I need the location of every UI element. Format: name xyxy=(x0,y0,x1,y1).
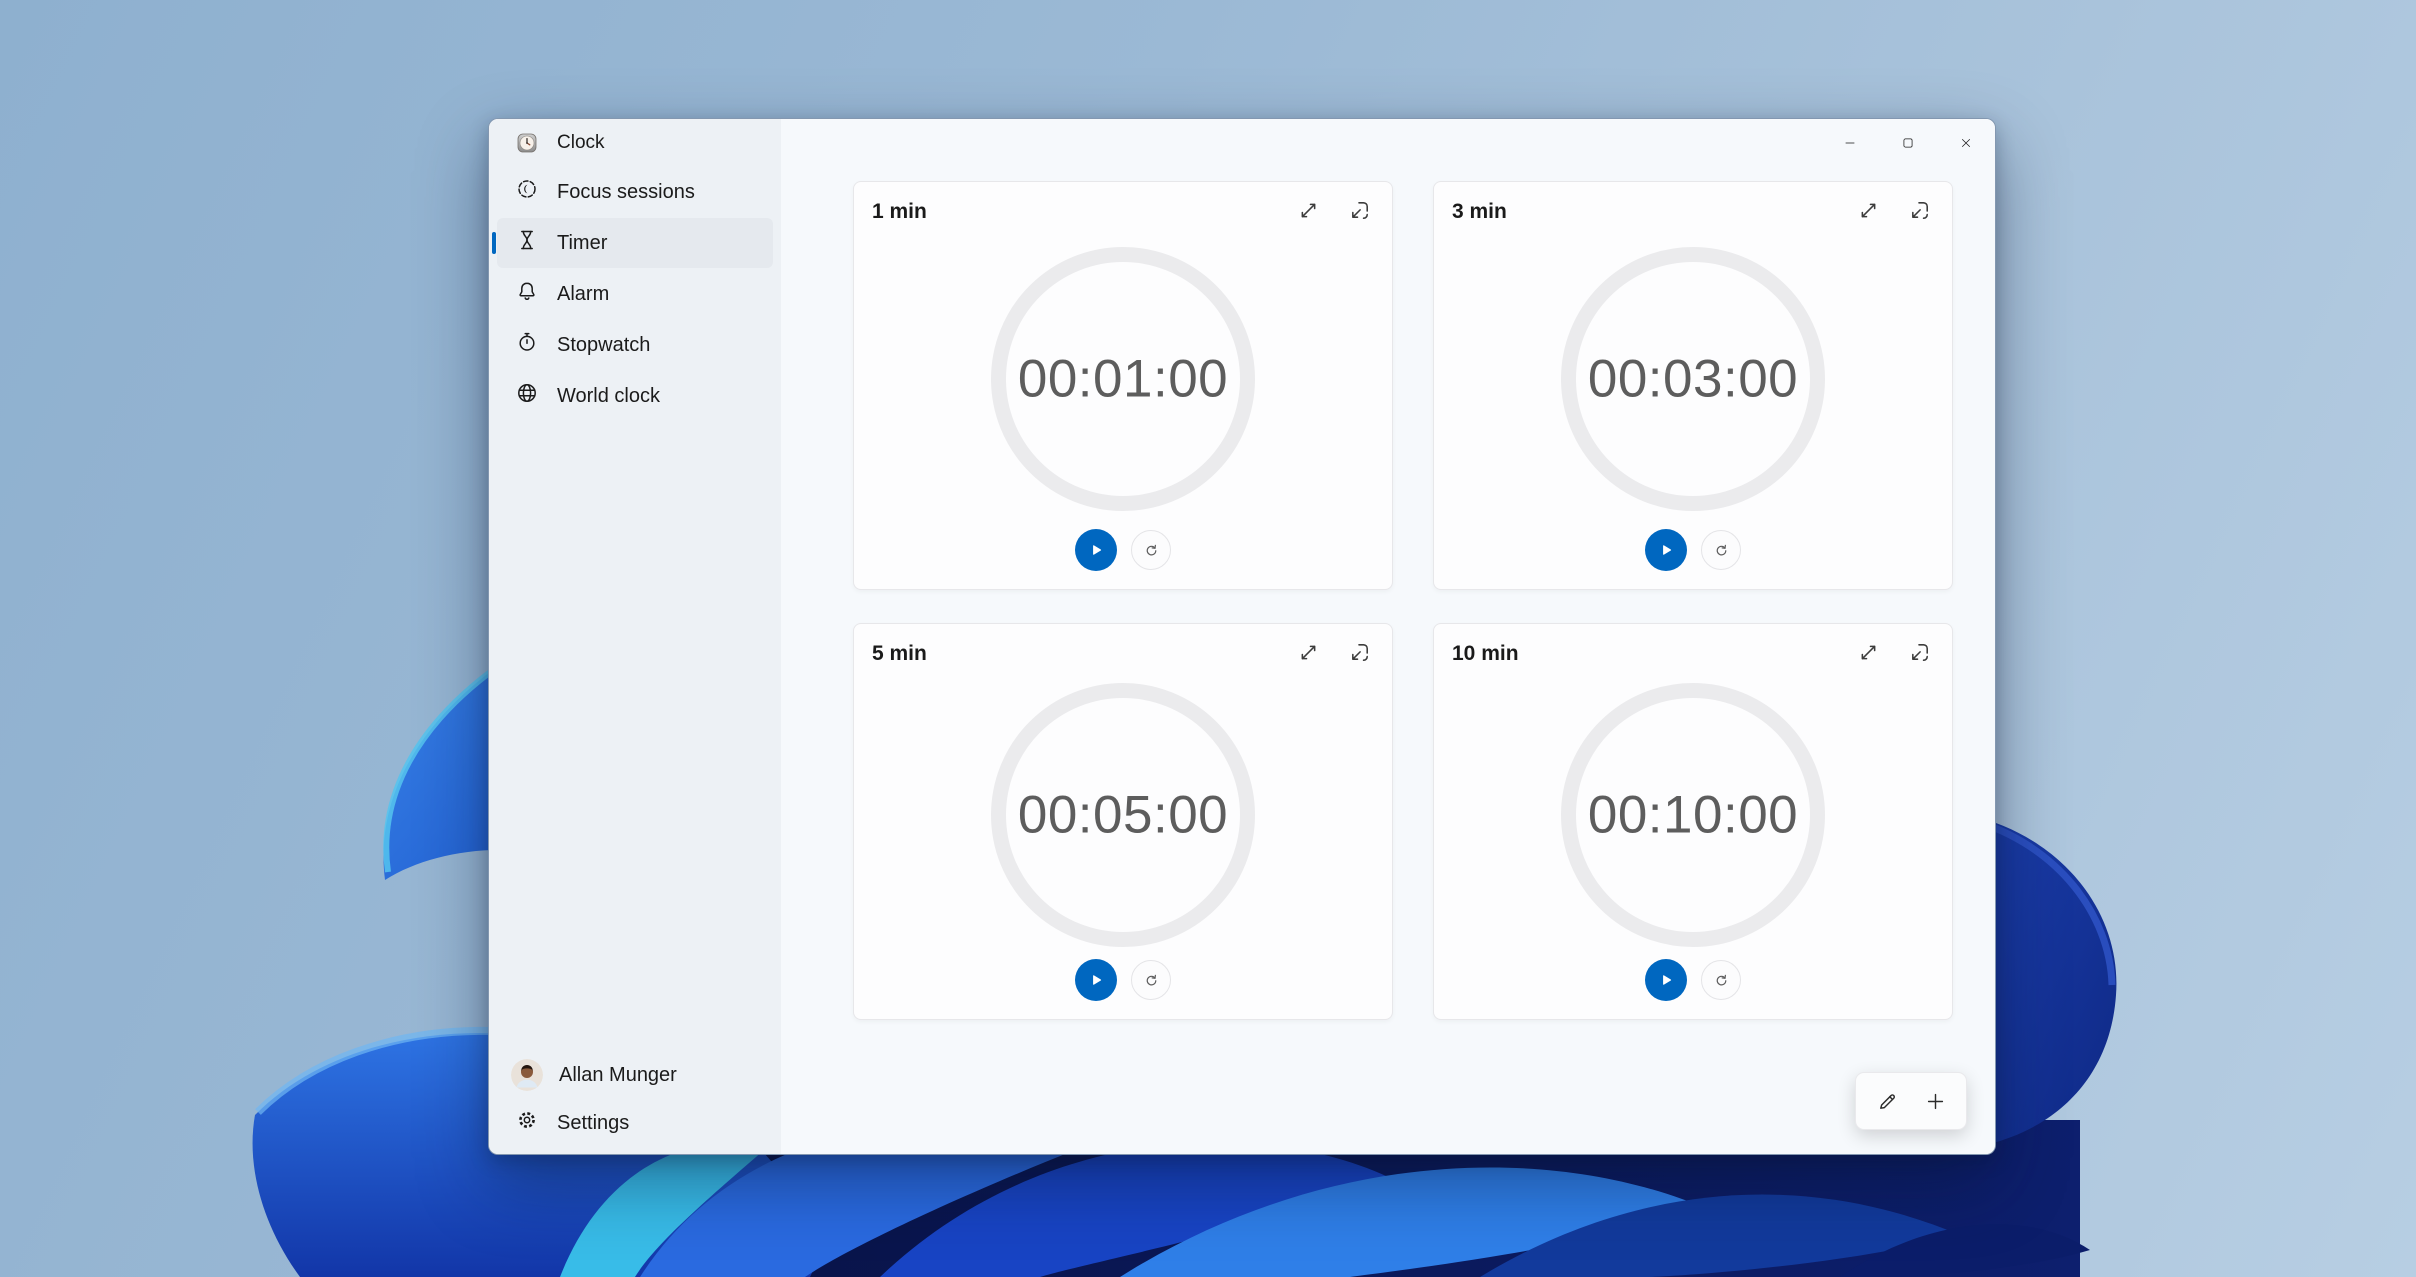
main-content: 1 min 00:01:00 xyxy=(781,119,1995,1154)
play-button[interactable] xyxy=(1075,959,1117,1001)
gear-icon xyxy=(515,1108,539,1138)
expand-icon[interactable] xyxy=(1856,198,1881,228)
sidebar-item-label: Timer xyxy=(557,232,607,255)
window-controls xyxy=(1821,119,1995,167)
timer-time: 00:01:00 xyxy=(1018,348,1228,409)
progress-ring: 00:01:00 xyxy=(991,247,1255,511)
timer-time: 00:05:00 xyxy=(1018,784,1228,845)
expand-icon[interactable] xyxy=(1296,198,1321,228)
progress-ring: 00:03:00 xyxy=(1561,247,1825,511)
play-icon xyxy=(1656,540,1676,560)
titlebar-left: Clock xyxy=(489,119,781,167)
keep-on-top-icon[interactable] xyxy=(1907,640,1932,670)
progress-ring: 00:10:00 xyxy=(1561,683,1825,947)
timer-label: 10 min xyxy=(1452,638,1519,666)
reset-icon xyxy=(1712,541,1731,560)
sidebar-item-label: Focus sessions xyxy=(557,181,695,204)
play-button[interactable] xyxy=(1075,529,1117,571)
play-button[interactable] xyxy=(1645,959,1687,1001)
window-title: Clock xyxy=(557,132,605,154)
edit-timers-button[interactable] xyxy=(1875,1089,1899,1113)
keep-on-top-icon[interactable] xyxy=(1347,640,1372,670)
keep-on-top-icon[interactable] xyxy=(1347,198,1372,228)
timer-time: 00:10:00 xyxy=(1588,784,1798,845)
play-icon xyxy=(1086,540,1106,560)
pencil-icon xyxy=(1876,1090,1899,1113)
sidebar-item-world-clock[interactable]: World clock xyxy=(497,371,773,421)
reset-button[interactable] xyxy=(1131,530,1171,570)
sidebar-item-label: Stopwatch xyxy=(557,334,650,357)
close-button[interactable] xyxy=(1937,119,1995,167)
keep-on-top-icon[interactable] xyxy=(1907,198,1932,228)
reset-button[interactable] xyxy=(1701,960,1741,1000)
reset-button[interactable] xyxy=(1131,960,1171,1000)
sidebar-item-stopwatch[interactable]: Stopwatch xyxy=(497,320,773,370)
globe-icon xyxy=(515,381,539,411)
account-item[interactable]: Allan Munger xyxy=(497,1052,773,1098)
sidebar-bottom: Allan Munger Settings xyxy=(489,1052,781,1154)
timer-card-5min: 5 min 00:05:00 xyxy=(853,623,1393,1020)
account-name: Allan Munger xyxy=(559,1064,677,1087)
avatar xyxy=(511,1059,543,1091)
stopwatch-icon xyxy=(515,330,539,360)
sidebar-item-timer[interactable]: Timer xyxy=(497,218,773,268)
timer-card-1min: 1 min 00:01:00 xyxy=(853,181,1393,590)
reset-icon xyxy=(1142,971,1161,990)
timer-card-3min: 3 min 00:03:00 xyxy=(1433,181,1953,590)
timer-label: 1 min xyxy=(872,196,927,224)
sidebar-item-settings[interactable]: Settings xyxy=(497,1102,773,1144)
sidebar-item-focus-sessions[interactable]: Focus sessions xyxy=(497,167,773,217)
reset-button[interactable] xyxy=(1701,530,1741,570)
expand-icon[interactable] xyxy=(1296,640,1321,670)
plus-icon xyxy=(1924,1090,1947,1113)
selection-indicator xyxy=(492,232,496,254)
timer-label: 5 min xyxy=(872,638,927,666)
settings-label: Settings xyxy=(557,1112,629,1135)
minimize-icon xyxy=(1843,136,1857,150)
maximize-button[interactable] xyxy=(1879,119,1937,167)
clock-app-icon xyxy=(515,131,539,155)
sidebar-item-label: Alarm xyxy=(557,283,609,306)
hourglass-icon xyxy=(515,228,539,258)
clock-app-window: Clock Focus sessions xyxy=(488,118,1996,1155)
play-button[interactable] xyxy=(1645,529,1687,571)
sidebar-item-label: World clock xyxy=(557,385,660,408)
timer-toolbar xyxy=(1855,1072,1967,1130)
play-icon xyxy=(1656,970,1676,990)
maximize-icon xyxy=(1901,136,1915,150)
timer-time: 00:03:00 xyxy=(1588,348,1798,409)
add-timer-button[interactable] xyxy=(1923,1089,1947,1113)
focus-sessions-icon xyxy=(515,177,539,207)
play-icon xyxy=(1086,970,1106,990)
expand-icon[interactable] xyxy=(1856,640,1881,670)
timer-card-10min: 10 min 00:10:00 xyxy=(1433,623,1953,1020)
sidebar: Clock Focus sessions xyxy=(489,119,781,1154)
reset-icon xyxy=(1142,541,1161,560)
minimize-button[interactable] xyxy=(1821,119,1879,167)
sidebar-nav: Focus sessions Timer xyxy=(489,167,781,421)
bell-icon xyxy=(515,279,539,309)
timer-cards: 1 min 00:01:00 xyxy=(853,181,1953,1020)
timer-label: 3 min xyxy=(1452,196,1507,224)
reset-icon xyxy=(1712,971,1731,990)
progress-ring: 00:05:00 xyxy=(991,683,1255,947)
sidebar-item-alarm[interactable]: Alarm xyxy=(497,269,773,319)
close-icon xyxy=(1959,136,1973,150)
